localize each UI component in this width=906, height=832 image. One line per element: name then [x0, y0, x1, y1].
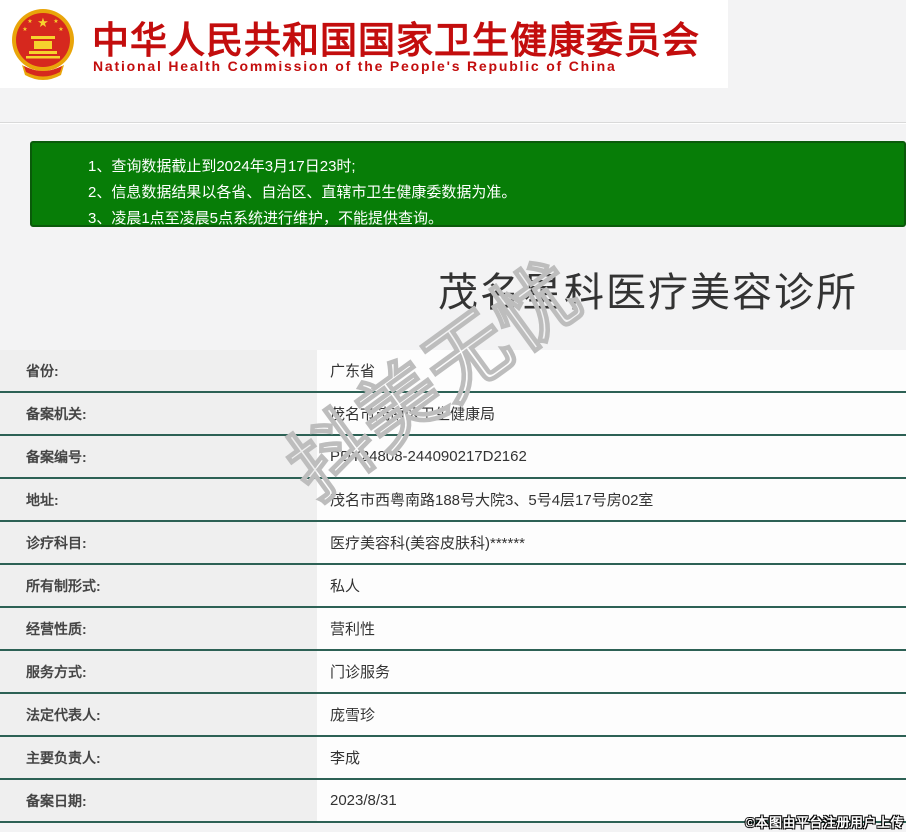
- notice-line-2: 2、信息数据结果以各省、自治区、直辖市卫生健康委数据为准。: [88, 184, 517, 201]
- record-row: 备案机关: 茂名市茂南区卫生健康局: [0, 393, 906, 436]
- svg-text:★: ★: [27, 18, 32, 25]
- header-title-en: National Health Commission of the People…: [93, 58, 617, 74]
- record-value: 茂名市西粤南路188号大院3、5号4层17号房02室: [317, 479, 906, 520]
- record-row: 经营性质: 营利性: [0, 608, 906, 651]
- record-label: 省份:: [0, 350, 317, 391]
- record-label: 服务方式:: [0, 651, 317, 692]
- page-canvas: ★ ★ ★ ★ ★ 中华人民共和国国家卫生健康委员会 National Heal…: [0, 0, 906, 832]
- record-value: 营利性: [317, 608, 906, 649]
- clinic-title: 茂名星科医疗美容诊所: [438, 271, 858, 315]
- record-label: 法定代表人:: [0, 694, 317, 735]
- record-value: 茂名市茂南区卫生健康局: [317, 393, 906, 434]
- record-row: 备案编号: PDY24808-244090217D2162: [0, 436, 906, 479]
- record-value: 医疗美容科(美容皮肤科)******: [317, 522, 906, 563]
- record-value: PDY24808-244090217D2162: [317, 436, 906, 477]
- site-header: ★ ★ ★ ★ ★ 中华人民共和国国家卫生健康委员会 National Heal…: [0, 0, 728, 88]
- china-national-emblem-icon: ★ ★ ★ ★ ★: [12, 9, 74, 80]
- record-row: 法定代表人: 庞雪珍: [0, 694, 906, 737]
- svg-text:★: ★: [37, 15, 49, 30]
- record-value: 庞雪珍: [317, 694, 906, 735]
- record-row: 主要负责人: 李成: [0, 737, 906, 780]
- records-table: 省份: 广东省 备案机关: 茂名市茂南区卫生健康局 备案编号: PDY24808…: [0, 350, 906, 823]
- svg-text:★: ★: [22, 26, 27, 33]
- record-label: 所有制形式:: [0, 565, 317, 606]
- record-label: 诊疗科目:: [0, 522, 317, 563]
- svg-text:★: ★: [58, 26, 63, 33]
- record-label: 备案日期:: [0, 780, 317, 821]
- record-row: 服务方式: 门诊服务: [0, 651, 906, 694]
- notice-line-3: 3、凌晨1点至凌晨5点系统进行维护，不能提供查询。: [88, 210, 444, 227]
- record-value: 门诊服务: [317, 651, 906, 692]
- record-value: 李成: [317, 737, 906, 778]
- notice-box: 1、查询数据截止到2024年3月17日23时; 2、信息数据结果以各省、自治区、…: [30, 141, 906, 227]
- record-label: 备案编号:: [0, 436, 317, 477]
- record-row: 地址: 茂名市西粤南路188号大院3、5号4层17号房02室: [0, 479, 906, 522]
- record-label: 备案机关:: [0, 393, 317, 434]
- record-row: 省份: 广东省: [0, 350, 906, 393]
- record-row: 所有制形式: 私人: [0, 565, 906, 608]
- record-label: 经营性质:: [0, 608, 317, 649]
- upload-credit-watermark: ©本图由平台注册用户上传: [745, 815, 904, 830]
- svg-text:★: ★: [53, 18, 58, 25]
- notice-line-1: 1、查询数据截止到2024年3月17日23时;: [88, 158, 356, 175]
- header-title-cn: 中华人民共和国国家卫生健康委员会: [92, 20, 700, 61]
- record-value: 广东省: [317, 350, 906, 391]
- record-value: 私人: [317, 565, 906, 606]
- header-divider: [0, 122, 906, 124]
- record-label: 主要负责人:: [0, 737, 317, 778]
- record-row: 诊疗科目: 医疗美容科(美容皮肤科)******: [0, 522, 906, 565]
- record-label: 地址:: [0, 479, 317, 520]
